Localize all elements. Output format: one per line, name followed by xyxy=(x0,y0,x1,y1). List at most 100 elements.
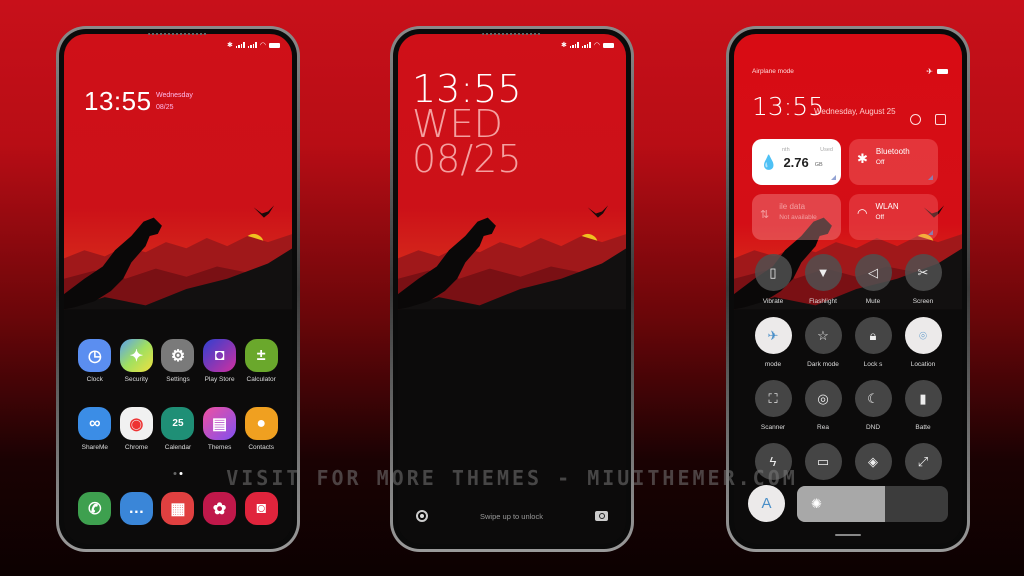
reading-mode-icon: ◎ xyxy=(804,380,842,417)
lock-clock: 13:55 WED 08/25 xyxy=(412,70,522,181)
app-label: Clock xyxy=(86,376,103,383)
app-label: Security xyxy=(124,376,149,383)
app-calendar[interactable]: 25 Calendar xyxy=(157,407,199,475)
cast-icon: ▭ xyxy=(804,443,842,480)
camera-shortcut-icon[interactable] xyxy=(595,511,608,521)
toggle-mute[interactable]: ◁ Mute xyxy=(848,254,898,317)
battery-icon xyxy=(603,42,614,48)
battery-saver-icon: ▮ xyxy=(904,380,942,417)
unlock-hint: Swipe up to unlock xyxy=(480,511,543,521)
home-indicator[interactable] xyxy=(835,534,861,536)
app-label: Calculator xyxy=(246,376,276,383)
toggle-label: Flashlight xyxy=(809,298,837,305)
clock-time[interactable]: 13:55 xyxy=(84,86,152,117)
edit-icon[interactable] xyxy=(935,114,946,125)
clock-date: Wednesday 08/25 xyxy=(156,90,193,114)
lock-date: 08/25 xyxy=(412,137,522,181)
app-label: Themes xyxy=(207,444,232,451)
mobile-data-status: Not available xyxy=(779,214,817,221)
dock-notes[interactable]: ▦ xyxy=(157,492,199,525)
page-indicator[interactable] xyxy=(173,472,183,475)
data-tile-label-left: nth xyxy=(782,147,790,153)
bluetooth-title: Bluetooth xyxy=(875,147,910,156)
date-label: 08/25 xyxy=(156,104,174,111)
status-bar: ✱ ◠ xyxy=(561,41,614,49)
toggle-batte[interactable]: ▮ Batte xyxy=(898,380,948,443)
expand-corner-icon xyxy=(928,175,933,180)
toggle-label: Dark mode xyxy=(807,361,839,368)
flashlight-icon: ▼ xyxy=(804,254,842,291)
app-play-store[interactable]: ◘ Play Store xyxy=(199,339,241,407)
message-icon: … xyxy=(119,492,153,525)
nearby-share-icon: ◈ xyxy=(854,443,892,480)
wifi-icon: ◠ xyxy=(857,206,868,220)
water-drop-icon: 💧 xyxy=(760,154,778,170)
data-usage-value: 2.76 xyxy=(783,155,809,170)
toggle-flashlight[interactable]: ▼ Flashlight xyxy=(798,254,848,317)
toggle-mode[interactable]: ✈ mode xyxy=(748,317,798,380)
app-contacts[interactable]: ● Contacts xyxy=(240,407,282,475)
notes-icon: ▦ xyxy=(161,492,195,525)
toggle-label: Location xyxy=(910,361,936,368)
data-usage-tile[interactable]: nth Used 💧 2.76 GB xyxy=(752,139,841,185)
toggle-dnd[interactable]: ☾ DND xyxy=(848,380,898,443)
app-clock[interactable]: ◷ Clock xyxy=(74,339,116,407)
app-themes[interactable]: ▤ Themes xyxy=(199,407,241,475)
toggle-location[interactable]: ⌾ Location xyxy=(898,317,948,380)
carrier-status: Airplane mode xyxy=(752,68,794,75)
brush-icon: ▤ xyxy=(203,407,237,440)
app-label: Contacts xyxy=(248,444,275,451)
bluetooth-tile[interactable]: ✱ Bluetooth Off xyxy=(849,139,938,185)
toggle-screen[interactable]: ✂ Screen xyxy=(898,254,948,317)
wlan-tile[interactable]: ◠ WLAN Off xyxy=(849,194,938,240)
battery-icon xyxy=(269,42,280,48)
dock: ✆… ▦ ✿ ◙ xyxy=(74,492,282,525)
toggle-dark-mode[interactable]: ☆ Dark mode xyxy=(798,317,848,380)
toggle-rea[interactable]: ◎ Rea xyxy=(798,380,848,443)
app-label: Play Store xyxy=(204,376,235,383)
star-icon: ☆ xyxy=(804,317,842,354)
smart-assistant-icon[interactable] xyxy=(416,510,428,522)
toggle-scanner[interactable]: ⛶ Scanner xyxy=(748,380,798,443)
lightning-icon: ϟ xyxy=(754,443,792,480)
auto-brightness-button[interactable]: A xyxy=(748,485,785,522)
app-settings[interactable]: ⚙ Settings xyxy=(157,339,199,407)
battery-icon xyxy=(937,69,948,74)
airplane-icon: ✈ xyxy=(754,317,792,354)
gear-icon: ⚙ xyxy=(161,339,195,372)
toggle-lock-s[interactable]: 🔒︎ Lock s xyxy=(848,317,898,380)
brightness-slider[interactable]: ✺ xyxy=(797,485,948,522)
dock-messages[interactable]: … xyxy=(116,492,158,525)
signal-icon xyxy=(569,42,579,48)
status-icons: ✈ xyxy=(926,67,948,76)
vibrate-icon: ▯ xyxy=(754,254,792,291)
app-chrome[interactable]: ◉ Chrome xyxy=(116,407,158,475)
dock-phone[interactable]: ✆ xyxy=(74,492,116,525)
toggle-label: Lock s xyxy=(863,361,883,368)
settings-icon[interactable] xyxy=(910,114,921,125)
moon-icon: ☾ xyxy=(854,380,892,417)
earpiece-speaker xyxy=(482,33,542,35)
toggle-vibrate[interactable]: ▯ Vibrate xyxy=(748,254,798,317)
mobile-data-tile[interactable]: ⇅ ile data Not available xyxy=(752,194,841,240)
home-screen: ✱ ◠ 13:55 Wednesday 08/25 ◷ Clock ✦ Securit… xyxy=(64,34,292,544)
dock-gallery[interactable]: ✿ xyxy=(199,492,241,525)
cc-date[interactable]: Wednesday, August 25 xyxy=(814,107,904,117)
toggle-label: Screen xyxy=(912,298,934,305)
day-label: Wednesday xyxy=(156,92,193,99)
app-security[interactable]: ✦ Security xyxy=(116,339,158,407)
bluetooth-icon: ✱ xyxy=(227,42,233,49)
earpiece-speaker xyxy=(148,33,208,35)
app-shareme[interactable]: ∞ ShareMe xyxy=(74,407,116,475)
phone-control-center: Airplane mode ✈ 13:55 Wednesday, August … xyxy=(726,26,970,552)
airplane-status-icon: ✈ xyxy=(926,67,933,76)
scanner-icon: ⛶ xyxy=(754,380,792,417)
infinity-icon: ∞ xyxy=(78,407,112,440)
app-calculator[interactable]: ± Calculator xyxy=(240,339,282,407)
bluetooth-icon: ✱ xyxy=(857,151,868,166)
bluetooth-icon: ✱ xyxy=(561,42,567,49)
dock-camera[interactable]: ◙ xyxy=(240,492,282,525)
signal-icon-2 xyxy=(247,42,257,48)
wlan-title: WLAN xyxy=(875,202,899,211)
quick-toggles-grid: ▯ Vibrate ▼ Flashlight ◁ Mute ✂ Screen ✈ mode ☆ Dar… xyxy=(748,254,948,506)
